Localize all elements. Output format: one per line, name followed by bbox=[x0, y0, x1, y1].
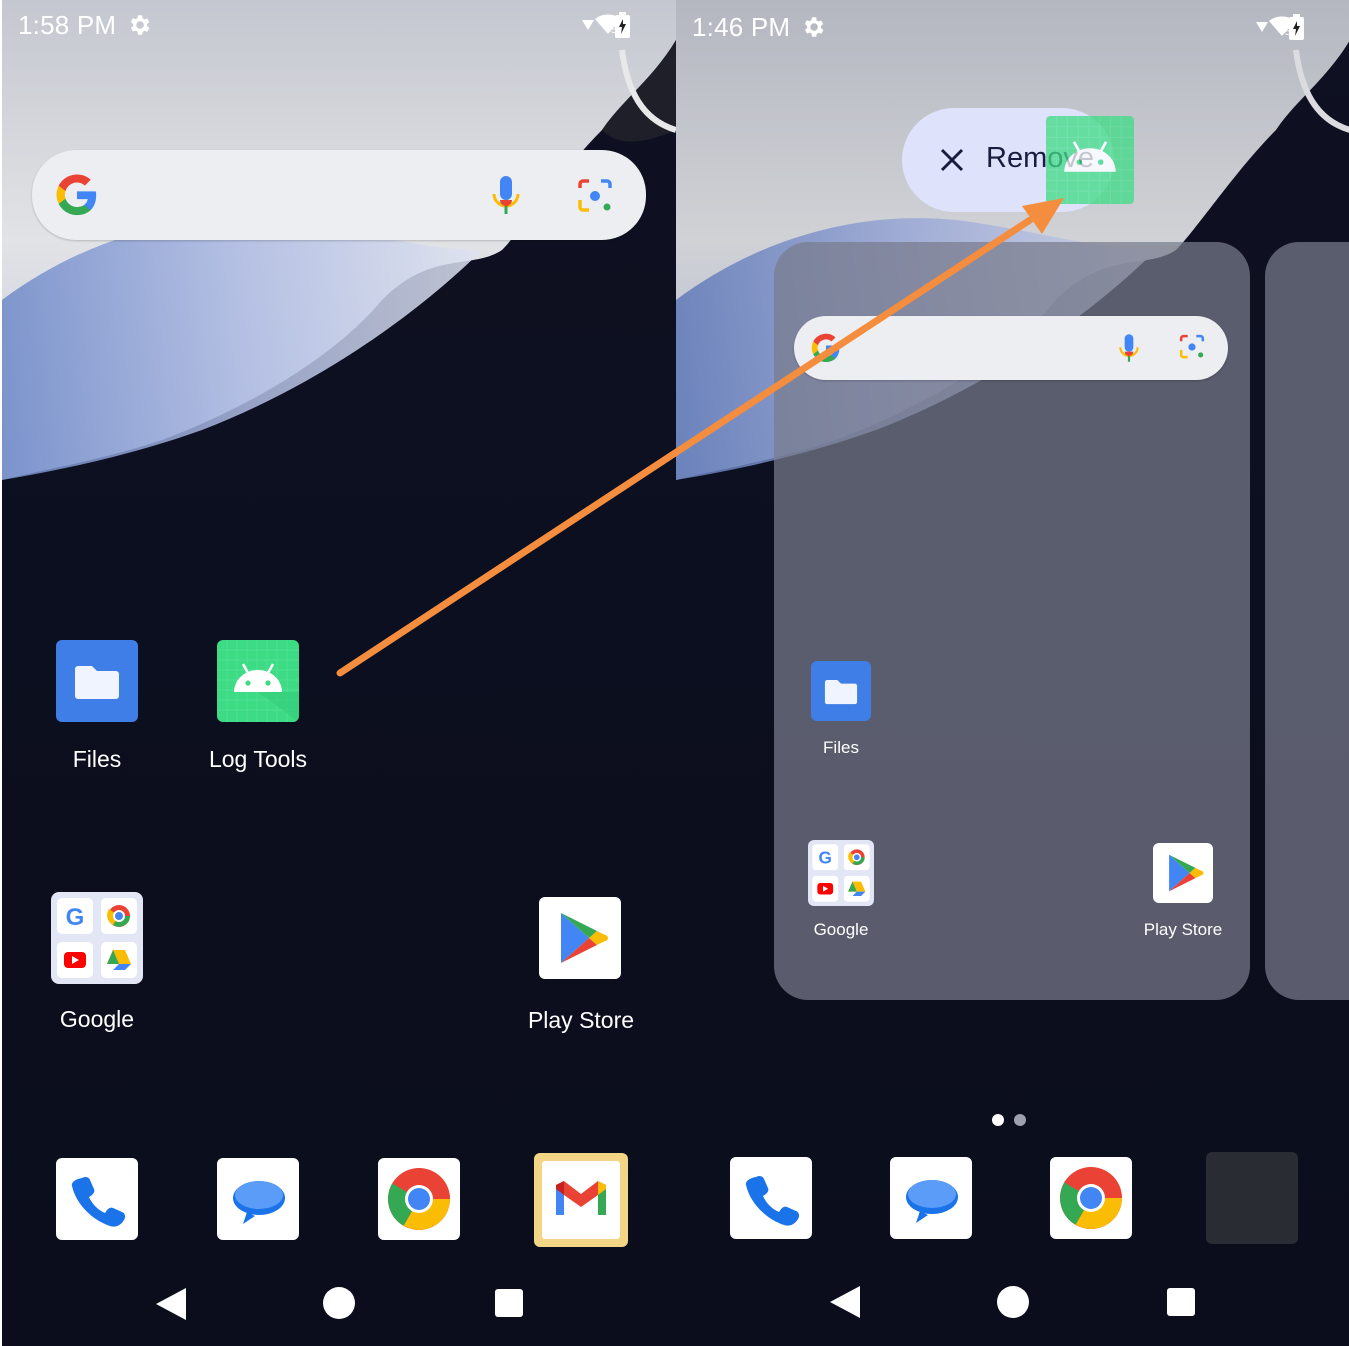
app-log-tools[interactable]: Log Tools bbox=[188, 638, 328, 788]
phone-icon bbox=[71, 1176, 126, 1227]
google-folder-icon: G bbox=[51, 892, 143, 984]
app-label: Files bbox=[72, 746, 122, 772]
app-play-store[interactable]: Play Store bbox=[1132, 842, 1234, 952]
google-g-icon bbox=[56, 174, 97, 216]
status-time: 1:46 PM bbox=[692, 12, 791, 42]
gear-icon bbox=[804, 17, 824, 37]
back-icon[interactable] bbox=[828, 1284, 862, 1320]
next-workspace-page-card[interactable] bbox=[1265, 242, 1349, 1000]
page-indicator bbox=[992, 1114, 1032, 1128]
google-search-bar[interactable] bbox=[794, 316, 1228, 380]
app-label: Log Tools bbox=[208, 746, 308, 772]
messages-icon bbox=[233, 1181, 285, 1224]
signal-icon bbox=[582, 20, 594, 30]
dock-chrome[interactable] bbox=[378, 1158, 460, 1240]
dock-empty-slot bbox=[1206, 1152, 1298, 1244]
dock-phone[interactable] bbox=[56, 1158, 138, 1240]
app-label: Play Store bbox=[527, 1007, 635, 1033]
dock-chrome[interactable] bbox=[1050, 1157, 1132, 1239]
android-icon bbox=[217, 640, 299, 722]
status-bar: 1:46 PM 5 bbox=[676, 0, 1349, 52]
chrome-icon bbox=[388, 1168, 450, 1230]
files-icon bbox=[811, 661, 871, 721]
status-time: 1:58 PM bbox=[18, 10, 117, 40]
app-label: Files bbox=[823, 738, 859, 757]
phone-icon bbox=[745, 1175, 800, 1226]
lens-icon[interactable] bbox=[576, 178, 614, 214]
folder-google[interactable]: G Google bbox=[796, 838, 886, 948]
close-icon bbox=[940, 148, 964, 172]
status-bar: 1:58 PM 5 bbox=[2, 0, 676, 52]
google-g-icon bbox=[811, 333, 840, 362]
app-files[interactable]: Files bbox=[42, 638, 152, 788]
svg-text:G: G bbox=[66, 904, 85, 931]
play-store-icon bbox=[539, 897, 621, 979]
app-play-store[interactable]: Play Store bbox=[514, 895, 648, 1045]
google-folder-icon: G bbox=[808, 840, 874, 906]
home-icon[interactable] bbox=[996, 1285, 1030, 1319]
mic-icon[interactable] bbox=[1116, 332, 1142, 364]
recents-icon[interactable] bbox=[1166, 1287, 1196, 1317]
app-label: Google bbox=[59, 1006, 135, 1032]
gear-icon bbox=[130, 15, 150, 35]
dock-messages[interactable] bbox=[217, 1158, 299, 1240]
app-label: Play Store bbox=[1143, 920, 1223, 939]
dragged-log-tools-icon[interactable] bbox=[1046, 116, 1134, 204]
chrome-icon bbox=[1060, 1167, 1122, 1229]
page-dot-active bbox=[992, 1114, 1004, 1126]
wallpaper bbox=[2, 0, 676, 481]
play-store-icon bbox=[1153, 843, 1213, 903]
home-screen-before: 1:58 PM 5 Files Log Tools G Google Play … bbox=[2, 0, 676, 1346]
lens-icon[interactable] bbox=[1178, 334, 1206, 360]
page-dot bbox=[1014, 1114, 1026, 1126]
app-label: Google bbox=[813, 920, 869, 939]
mic-icon[interactable] bbox=[488, 174, 524, 216]
google-search-bar[interactable] bbox=[32, 150, 646, 240]
signal-icon bbox=[1256, 22, 1268, 32]
dock-gmail[interactable] bbox=[534, 1153, 628, 1247]
recents-icon[interactable] bbox=[494, 1288, 524, 1318]
battery-icon bbox=[615, 12, 630, 38]
android-icon bbox=[1046, 116, 1134, 204]
dock-phone[interactable] bbox=[730, 1157, 812, 1239]
gmail-icon bbox=[542, 1161, 620, 1239]
files-icon bbox=[56, 640, 138, 722]
dock-messages[interactable] bbox=[890, 1157, 972, 1239]
svg-text:G: G bbox=[819, 848, 832, 868]
app-files[interactable]: Files bbox=[796, 660, 886, 770]
messages-icon bbox=[906, 1180, 958, 1223]
back-icon[interactable] bbox=[154, 1286, 188, 1322]
home-icon[interactable] bbox=[322, 1286, 356, 1320]
home-screen-drag: 1:46 PM 5 Files G Google Play Store Remo… bbox=[676, 0, 1349, 1346]
folder-google[interactable]: G Google bbox=[38, 890, 156, 1040]
battery-icon bbox=[1289, 14, 1304, 40]
